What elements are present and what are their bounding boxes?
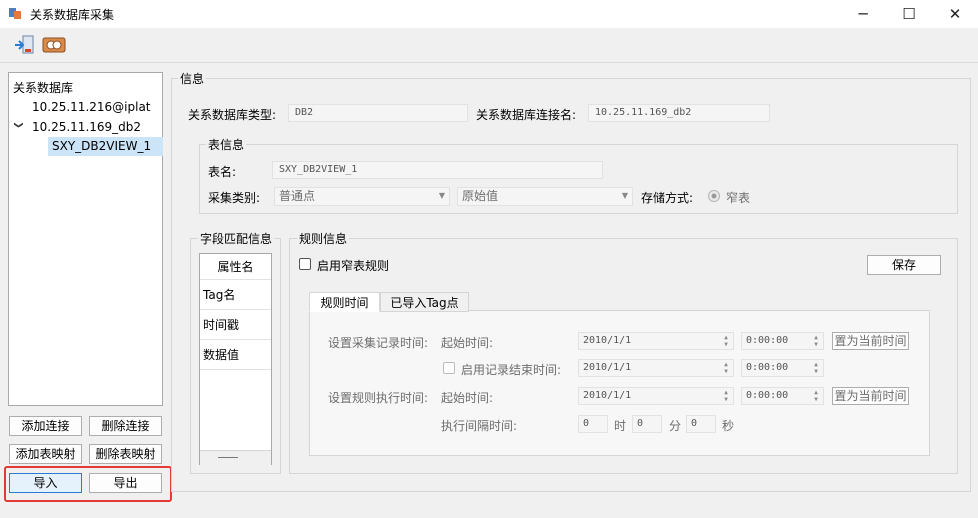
table-info-title: 表信息 xyxy=(206,136,247,153)
start-time-picker[interactable]: 0:00:00 ▲ ▼ xyxy=(741,332,824,350)
attr-header: 属性名 xyxy=(200,254,271,280)
tab-rule-time[interactable]: 规则时间 xyxy=(309,292,380,312)
tree-item-table[interactable]: SXY_DB2VIEW_1 xyxy=(48,137,163,156)
spin-arrows-icon[interactable]: ▲ ▼ xyxy=(811,389,821,403)
interval-label: 执行间隔时间: xyxy=(441,419,518,433)
collect-type-value: 普通点 xyxy=(279,189,316,203)
end-date-picker[interactable]: 2010/1/1 ▲ ▼ xyxy=(578,359,734,377)
delete-table-mapping-button[interactable]: 删除表映射 xyxy=(89,444,162,464)
spin-arrows-icon[interactable]: ▲ ▼ xyxy=(721,389,731,403)
exec-time-picker[interactable]: 0:00:00 ▲ ▼ xyxy=(741,387,824,405)
chevron-down-icon: ▼ xyxy=(438,191,445,200)
collect-type-select[interactable]: 普通点 ▼ xyxy=(274,187,450,206)
window-title: 关系数据库采集 xyxy=(30,8,115,22)
storage-radio-icon[interactable] xyxy=(708,190,720,202)
maximize-button[interactable]: ☐ xyxy=(886,0,932,28)
title-bar: 关系数据库采集 ─ ☐ ✕ xyxy=(0,0,978,28)
enable-end-label: 启用记录结束时间: xyxy=(461,363,562,377)
enable-end-checkbox[interactable] xyxy=(443,362,455,374)
app-icon xyxy=(9,8,21,19)
value-type-value: 原始值 xyxy=(462,189,499,203)
db-tree[interactable]: 关系数据库 10.25.11.216@iplat ❯ 10.25.11.169_… xyxy=(8,72,163,406)
delete-connection-button[interactable]: 删除连接 xyxy=(89,416,162,436)
tree-root: 关系数据库 xyxy=(13,81,74,95)
exec-time-value: 0:00:00 xyxy=(746,390,789,401)
start-time-label: 起始时间: xyxy=(441,336,494,350)
value-type-select[interactable]: 原始值 ▼ xyxy=(457,187,633,206)
minutes-unit: 分 xyxy=(669,419,682,433)
seconds-unit: 秒 xyxy=(722,419,735,433)
table-name-label: 表名: xyxy=(208,165,237,179)
interval-hours-field[interactable]: 0 xyxy=(578,415,608,433)
interval-minutes-field[interactable]: 0 xyxy=(632,415,662,433)
db-type-field[interactable]: DB2 xyxy=(288,104,468,122)
attr-list[interactable]: 属性名 Tag名 时间戳 数据值 xyxy=(199,253,272,465)
info-group-title: 信息 xyxy=(178,70,207,87)
attr-row[interactable]: 数据值 xyxy=(200,340,271,370)
collect-type-label: 采集类别: xyxy=(208,191,261,205)
end-time-value: 0:00:00 xyxy=(746,362,789,373)
minimize-button[interactable]: ─ xyxy=(840,0,886,28)
import-button[interactable]: 导入 xyxy=(9,473,82,493)
attr-row[interactable]: Tag名 xyxy=(200,280,271,310)
connect-db-icon[interactable] xyxy=(42,33,66,57)
toolbar xyxy=(0,28,978,63)
db-type-label: 关系数据库类型: xyxy=(188,108,277,122)
exec-date-picker[interactable]: 2010/1/1 ▲ ▼ xyxy=(578,387,734,405)
hours-unit: 时 xyxy=(614,419,627,433)
set-now-button[interactable]: 置为当前时间 xyxy=(832,332,909,350)
chevron-down-icon: ▼ xyxy=(621,191,628,200)
table-name-field[interactable]: SXY_DB2VIEW_1 xyxy=(272,161,603,179)
close-button[interactable]: ✕ xyxy=(932,0,978,28)
spin-arrows-icon[interactable]: ▲ ▼ xyxy=(811,361,821,375)
add-connection-button[interactable]: 添加连接 xyxy=(9,416,82,436)
attr-row[interactable]: 时间戳 xyxy=(200,310,271,340)
add-table-mapping-button[interactable]: 添加表映射 xyxy=(9,444,82,464)
export-button[interactable]: 导出 xyxy=(89,473,162,493)
end-date-value: 2010/1/1 xyxy=(583,362,632,373)
spin-arrows-icon[interactable]: ▲ ▼ xyxy=(721,361,731,375)
tab-imported-tags[interactable]: 已导入Tag点 xyxy=(380,292,469,312)
field-match-title: 字段匹配信息 xyxy=(198,230,275,247)
rule-title: 规则信息 xyxy=(297,230,350,247)
exec-set-now-button[interactable]: 置为当前时间 xyxy=(832,387,909,405)
enable-narrow-checkbox[interactable] xyxy=(299,258,311,270)
exec-date-value: 2010/1/1 xyxy=(583,390,632,401)
start-time-value: 0:00:00 xyxy=(746,335,789,346)
conn-name-field[interactable]: 10.25.11.169_db2 xyxy=(588,104,770,122)
save-button[interactable]: 保存 xyxy=(867,255,941,275)
exec-time-label: 设置规则执行时间: xyxy=(328,391,429,405)
storage-value: 窄表 xyxy=(726,191,751,205)
spin-arrows-icon[interactable]: ▲ ▼ xyxy=(721,334,731,348)
exec-start-label: 起始时间: xyxy=(441,391,494,405)
collect-time-label: 设置采集记录时间: xyxy=(328,336,429,350)
tree-item-connection-2[interactable]: 10.25.11.169_db2 xyxy=(32,120,141,134)
conn-name-label: 关系数据库连接名: xyxy=(476,108,577,122)
tree-item-connection-1[interactable]: 10.25.11.216@iplat xyxy=(32,100,151,114)
attr-list-footer xyxy=(200,450,271,465)
resize-grip-icon[interactable] xyxy=(218,457,238,458)
end-time-picker[interactable]: 0:00:00 ▲ ▼ xyxy=(741,359,824,377)
spin-arrows-icon[interactable]: ▲ ▼ xyxy=(811,334,821,348)
enable-narrow-label: 启用窄表规则 xyxy=(317,259,390,273)
storage-label: 存储方式: xyxy=(641,191,694,205)
start-date-picker[interactable]: 2010/1/1 ▲ ▼ xyxy=(578,332,734,350)
import-config-icon[interactable] xyxy=(12,33,36,57)
interval-seconds-field[interactable]: 0 xyxy=(686,415,716,433)
expand-chevron-icon[interactable]: ❯ xyxy=(13,121,23,129)
start-date-value: 2010/1/1 xyxy=(583,335,632,346)
